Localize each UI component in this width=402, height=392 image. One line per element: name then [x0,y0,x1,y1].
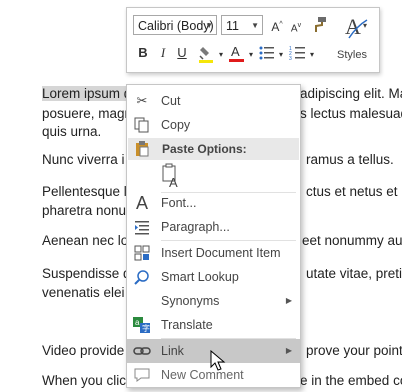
insert-document-item-icon [133,245,151,261]
chevron-right-icon: ▶ [285,346,292,355]
chevron-down-icon: ▼ [251,21,259,30]
menu-item-font[interactable]: A Font... [127,191,300,215]
menu-item-paragraph[interactable]: Paragraph... [127,215,300,239]
doc-line-head: quis urna. [42,124,102,139]
menu-item-label: Cut [161,94,181,108]
doc-line-tail: ctus et netus et m [306,184,402,199]
doc-line-head: Nunc viverra i [42,152,125,167]
doc-line-head: Suspendisse d [42,266,131,281]
chevron-down-icon[interactable]: ▾ [217,47,225,63]
font-color-icon[interactable]: A [228,43,246,67]
styles-icon[interactable]: A ▾ [341,12,371,42]
svg-text:3: 3 [289,56,292,62]
new-comment-icon [133,367,151,383]
doc-line-tail: ramus a tellus. [306,152,394,167]
menu-item-label: Font... [161,196,197,210]
doc-line-head: posuere, magr [42,106,130,121]
paste-options-header: Paste Options: [128,138,299,160]
doc-line-head: pharetra nonu [42,203,127,218]
doc-line-head: When you clic [42,373,127,388]
font-name-combobox[interactable]: Calibri (Body) ▼ [133,15,217,35]
styles-label[interactable]: Styles [337,49,367,61]
doc-line-head: venenatis elei [42,285,125,300]
format-painter-icon[interactable] [310,16,328,38]
mini-toolbar: Calibri (Body) ▼ 11 ▼ A^ Av A ▾ B I U ▾ A… [126,7,380,73]
paste-text-only-icon: A [162,163,178,190]
font-size-value: 11 [226,19,239,33]
chevron-down-icon[interactable]: ▾ [308,47,316,63]
chevron-down-icon[interactable]: ▾ [277,47,285,63]
svg-text:A: A [231,44,240,59]
font-icon: A [135,193,148,213]
menu-item-label: New Comment [161,368,244,382]
menu-item-label: Paragraph... [161,220,230,234]
svg-text:A: A [169,175,178,189]
paste-options-label: Paste Options: [162,142,247,156]
clipboard-icon [134,141,150,164]
font-size-combobox[interactable]: 11 ▼ [221,15,263,35]
mouse-cursor [210,349,226,372]
font-name-value: Calibri (Body) [138,19,214,33]
doc-line-tail: s lectus malesuad [300,106,402,121]
menu-item-label: Smart Lookup [161,270,239,284]
chevron-down-icon[interactable]: ▾ [247,47,255,63]
menu-item-copy[interactable]: Copy [127,113,300,137]
doc-line-head: Aenean nec lo [42,233,129,248]
cursor-arrow-icon [210,349,226,371]
svg-text:字: 字 [142,323,150,333]
paragraph-icon [133,219,151,235]
keep-text-only-paste-button[interactable]: A [161,163,183,190]
selected-text[interactable]: Lorem ipsum d [42,86,132,101]
smart-lookup-icon [133,269,151,285]
menu-item-translate[interactable]: a字 Translate [127,313,300,337]
menu-item-label: Translate [161,318,213,332]
bullets-icon[interactable] [258,44,276,66]
menu-item-label: Copy [161,118,191,132]
menu-item-smart-lookup[interactable]: Smart Lookup [127,265,300,289]
menu-item-synonyms[interactable]: Synonyms ▶ [127,289,300,313]
context-menu: ✂ Cut Copy Paste Options: A A Font... Pa… [126,84,301,388]
chevron-right-icon: ▶ [285,296,292,305]
doc-line-tail: utate vitae, pretiu [306,266,402,281]
doc-line-tail: e in the embed co [300,373,402,388]
shrink-font-icon[interactable]: Av [288,18,304,37]
menu-item-cut[interactable]: ✂ Cut [127,89,300,113]
menu-item-insert-document-item[interactable]: Insert Document Item [127,241,300,265]
menu-item-label: Link [161,344,184,358]
doc-line-head: Pellentesque l [42,184,127,199]
menu-item-label: Insert Document Item [161,246,281,260]
svg-text:a: a [135,318,140,327]
menu-item-label: Synonyms [161,294,220,308]
doc-line-tail: eet nonummy aug [302,233,402,248]
chevron-down-icon: ▼ [205,21,213,30]
highlight-icon[interactable] [197,44,217,68]
doc-line-tail: prove your point [306,343,402,358]
bold-icon[interactable]: B [135,45,151,61]
grow-font-icon[interactable]: A^ [269,17,285,35]
underline-icon[interactable]: U [174,45,190,61]
scissors-icon: ✂ [136,93,148,108]
numbering-icon[interactable]: 123 [289,44,307,66]
link-icon [133,343,151,359]
translate-icon: a字 [133,317,151,333]
doc-line-tail: adipiscing elit. Ma [300,86,402,101]
copy-icon [133,117,151,133]
doc-line-head: Video provide [42,343,125,358]
svg-text:▾: ▾ [363,21,367,30]
italic-icon[interactable]: I [155,45,171,61]
